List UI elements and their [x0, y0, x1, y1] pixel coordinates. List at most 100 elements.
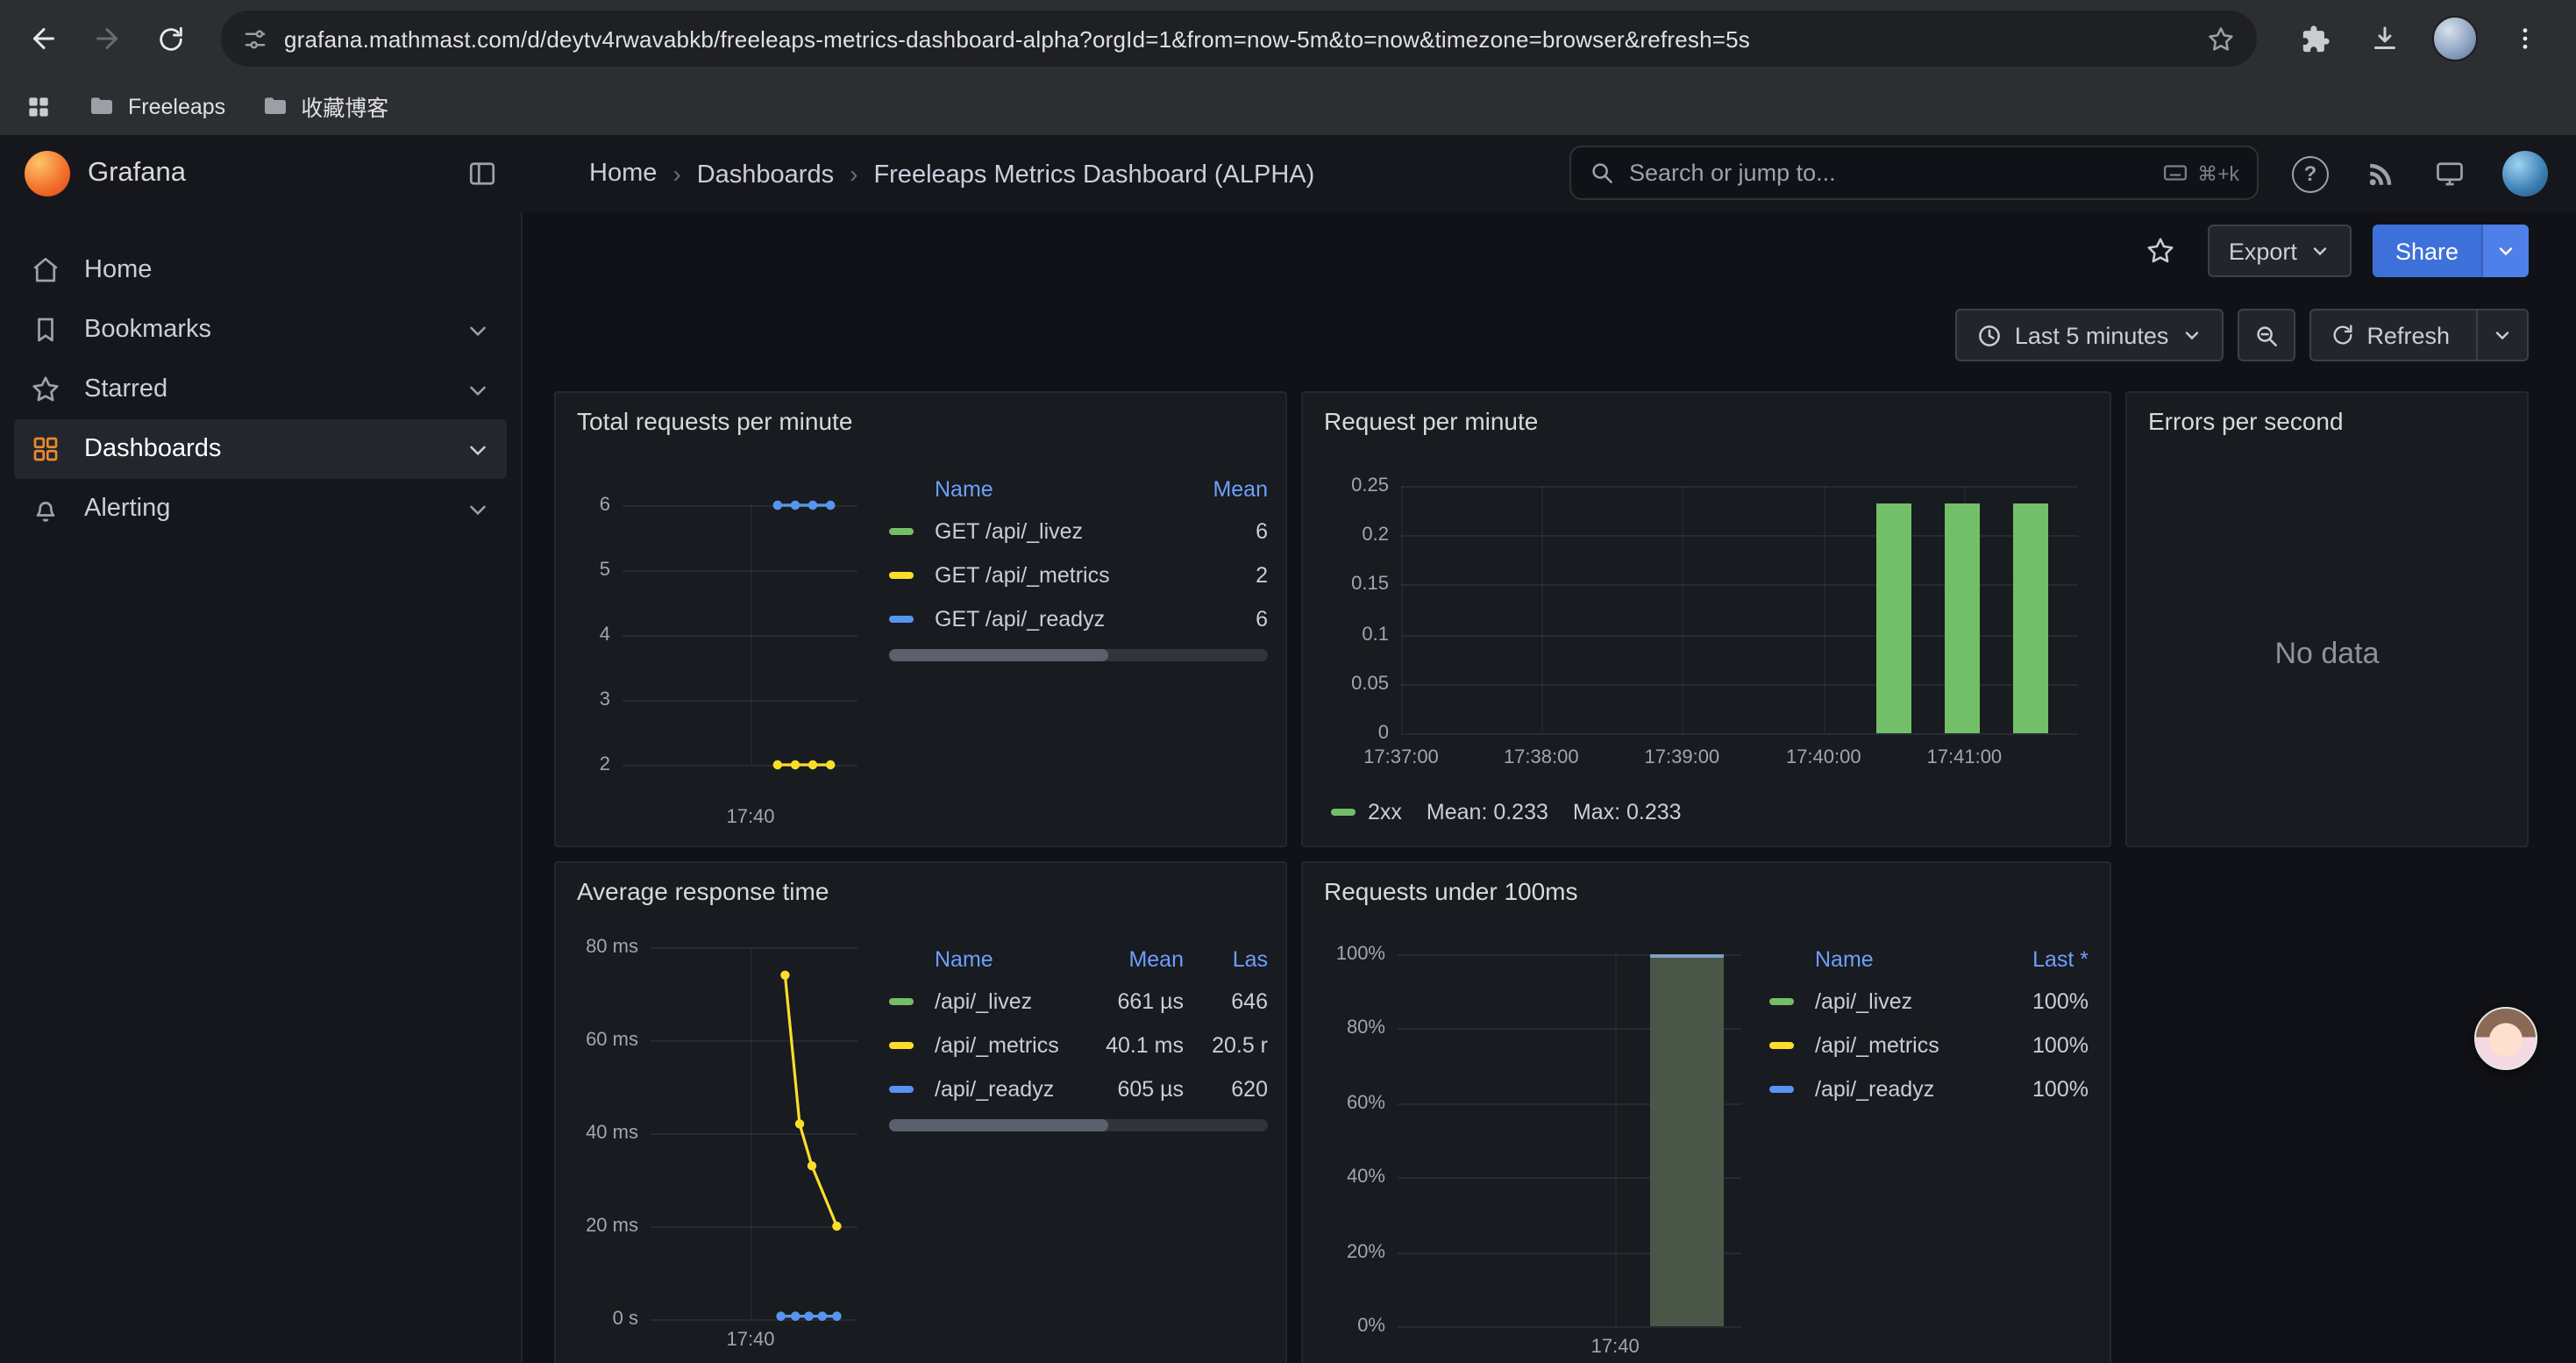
reload-button[interactable]	[140, 9, 200, 68]
download-icon	[2369, 23, 2401, 54]
back-button[interactable]	[14, 9, 74, 68]
panel-title[interactable]: Errors per second	[2127, 393, 2527, 435]
chart-legend-inline[interactable]: 2xx Mean: 0.233 Max: 0.233	[1331, 800, 1682, 824]
legend-row[interactable]: /api/_metrics40.1 ms20.5 r	[889, 1023, 1268, 1067]
sidebar-item-label: Starred	[84, 375, 167, 403]
chevron-down-icon[interactable]	[465, 496, 491, 522]
search-shortcut: ⌘+k	[2162, 160, 2239, 186]
bookmark-item[interactable]: 收藏博客	[260, 89, 388, 123]
bookmark-item[interactable]: Freeleaps	[88, 92, 225, 120]
chevron-down-icon	[2309, 240, 2330, 261]
assistant-avatar[interactable]	[2474, 1007, 2537, 1070]
legend-row[interactable]: /api/_readyz605 µs620	[889, 1067, 1268, 1110]
breadcrumb-home[interactable]: Home	[589, 160, 657, 188]
bookmark-star-icon[interactable]	[2206, 24, 2236, 54]
legend-header[interactable]: Las	[1191, 947, 1268, 972]
panel-title[interactable]: Total requests per minute	[556, 393, 1285, 435]
y-axis-label: 0.1	[1320, 624, 1389, 645]
bookmark-label: Freeleaps	[128, 94, 225, 118]
search-input[interactable]: Search or jump to... ⌘+k	[1569, 146, 2259, 200]
legend-scrollbar[interactable]	[889, 1119, 1268, 1131]
bar[interactable]	[1945, 503, 1980, 733]
legend-header[interactable]: Name	[935, 477, 1177, 502]
breadcrumb-dashboards[interactable]: Dashboards	[657, 159, 834, 189]
refresh-icon[interactable]	[2330, 323, 2354, 347]
panel-title[interactable]: Request per minute	[1303, 393, 2110, 435]
chart-plot[interactable]: 100%80%60%40%20%0%17:40	[1320, 926, 1759, 1363]
site-info-icon	[242, 25, 268, 52]
chevron-down-icon[interactable]	[465, 436, 491, 462]
legend-row[interactable]: /api/_readyz100%	[1769, 1067, 2089, 1110]
sidebar-item-bookmarks[interactable]: Bookmarks	[14, 300, 507, 360]
dashboard-actions: Export Share	[523, 212, 2576, 289]
chart-plot[interactable]: 0.250.20.150.10.05017:37:0017:38:0017:39…	[1320, 467, 2096, 800]
refresh-label[interactable]: Refresh	[2366, 322, 2450, 348]
legend-header[interactable]: Mean	[1078, 947, 1184, 972]
news-rss-button[interactable]	[2366, 158, 2397, 189]
legend-header[interactable]: Name	[1815, 947, 1990, 972]
legend-row[interactable]: GET /api/_readyz6	[889, 596, 1268, 640]
sidebar-toggle-button[interactable]	[466, 158, 498, 189]
legend-row[interactable]: /api/_metrics100%	[1769, 1023, 2089, 1067]
dashboards-grid-icon	[30, 433, 61, 465]
grafana-logo[interactable]	[25, 151, 70, 196]
bookmark-label: 收藏博客	[301, 89, 388, 123]
share-menu-button[interactable]	[2481, 225, 2529, 277]
search-placeholder: Search or jump to...	[1629, 160, 1836, 186]
bar[interactable]	[2013, 503, 2048, 733]
user-avatar[interactable]	[2502, 151, 2548, 196]
scrollbar-thumb[interactable]	[889, 649, 1109, 661]
zoom-out-button[interactable]	[2237, 309, 2295, 361]
y-axis-label: 0.05	[1320, 674, 1389, 695]
bar[interactable]	[1876, 503, 1911, 733]
forward-button[interactable]	[77, 9, 137, 68]
refresh-interval-button[interactable]	[2476, 310, 2527, 360]
browser-menu-button[interactable]	[2495, 9, 2555, 68]
panel-title[interactable]: Requests under 100ms	[1303, 863, 2110, 905]
sidebar-item-starred[interactable]: Starred	[14, 360, 507, 419]
panel-title[interactable]: Average response time	[556, 863, 1285, 905]
time-range-picker[interactable]: Last 5 minutes	[1955, 309, 2224, 361]
sidebar-item-dashboards[interactable]: Dashboards	[14, 419, 507, 479]
breadcrumb: Home Dashboards Freeleaps Metrics Dashbo…	[589, 159, 1314, 189]
monitor-button[interactable]	[2434, 158, 2466, 189]
panel-requests-under-100ms: Requests under 100ms 100%80%60%40%20%0%1…	[1301, 861, 2111, 1363]
refresh-button-group: Refresh	[2309, 309, 2529, 361]
apps-grid-icon[interactable]	[25, 92, 53, 120]
y-axis-label: 20%	[1320, 1241, 1385, 1262]
chevron-down-icon[interactable]	[465, 376, 491, 403]
chevron-down-icon[interactable]	[465, 317, 491, 343]
help-button[interactable]: ?	[2292, 155, 2329, 192]
extensions-button[interactable]	[2285, 9, 2345, 68]
panel-toggle-icon	[466, 158, 498, 189]
time-controls: Last 5 minutes Refresh	[1955, 303, 2576, 367]
chevron-down-icon	[2492, 325, 2513, 346]
home-icon	[30, 254, 61, 286]
series-swatch	[1769, 997, 1794, 1004]
sidebar-item-home[interactable]: Home	[14, 240, 507, 300]
bar[interactable]	[1650, 954, 1724, 1326]
breadcrumb-current: Freeleaps Metrics Dashboard (ALPHA)	[834, 159, 1314, 189]
legend-scrollbar[interactable]	[889, 649, 1268, 661]
legend-header[interactable]: Last *	[1997, 947, 2089, 972]
url-bar[interactable]: grafana.mathmast.com/d/deytv4rwavabkb/fr…	[221, 11, 2257, 67]
legend-row[interactable]: /api/_livez100%	[1769, 979, 2089, 1023]
legend-header[interactable]: Mean	[1184, 477, 1268, 502]
legend-row[interactable]: /api/_livez661 µs646	[889, 979, 1268, 1023]
chart-plot[interactable]: 6543217:40	[573, 467, 875, 831]
sidebar-item-label: Alerting	[84, 495, 170, 523]
scrollbar-thumb[interactable]	[889, 1119, 1109, 1131]
legend-row[interactable]: GET /api/_metrics2	[889, 553, 1268, 596]
legend-header[interactable]: Name	[935, 947, 1071, 972]
legend-row[interactable]: GET /api/_livez6	[889, 509, 1268, 553]
chevron-down-icon	[2495, 240, 2516, 261]
star-icon	[30, 374, 61, 405]
downloads-button[interactable]	[2355, 9, 2415, 68]
chart-plot[interactable]: 80 ms60 ms40 ms20 ms0 s17:40	[573, 926, 875, 1363]
sidebar-item-alerting[interactable]: Alerting	[14, 479, 507, 539]
profile-button[interactable]	[2425, 9, 2485, 68]
zoom-out-icon	[2252, 322, 2279, 348]
share-button[interactable]: Share	[2373, 225, 2481, 277]
export-button[interactable]: Export	[2208, 225, 2352, 277]
favorite-dashboard-button[interactable]	[2134, 225, 2187, 277]
